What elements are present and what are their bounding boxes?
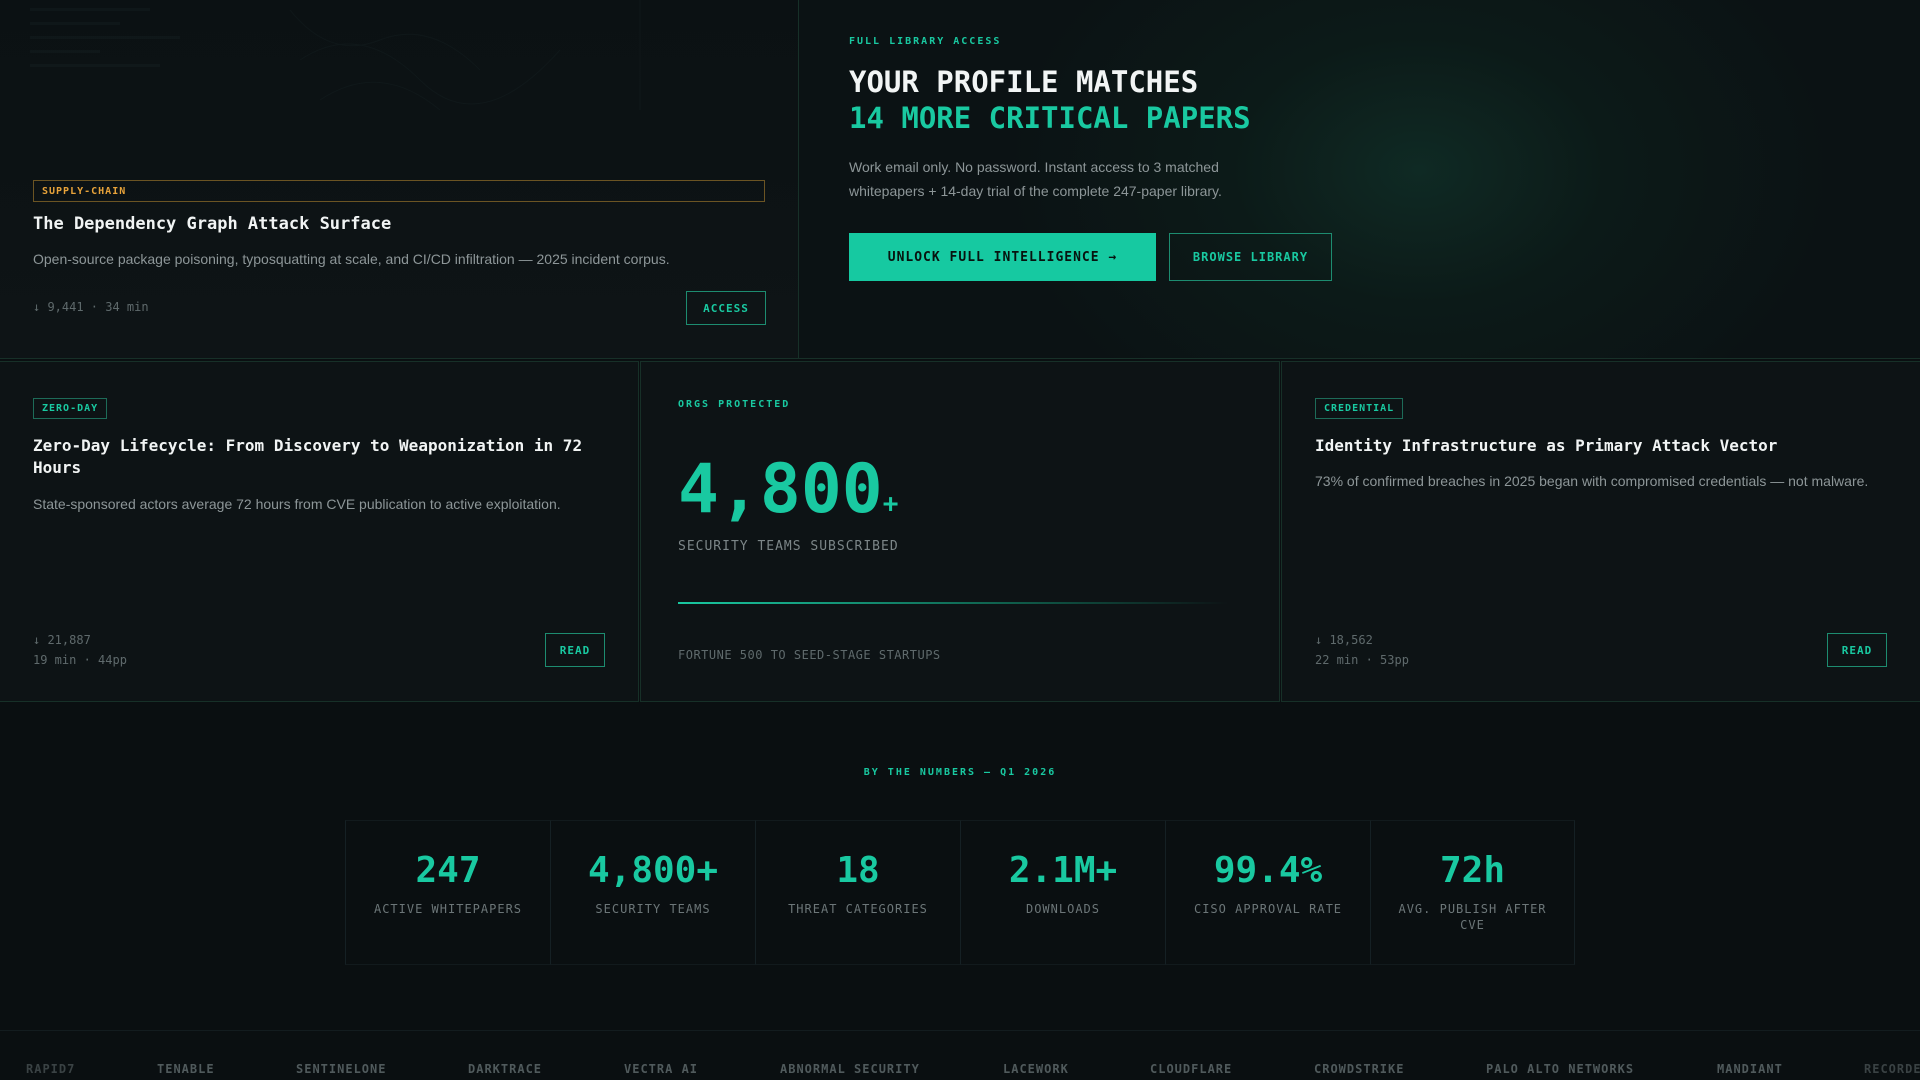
stat-label: CISO APPROVAL RATE bbox=[1193, 902, 1343, 916]
card-title: Zero-Day Lifecycle: From Discovery to We… bbox=[33, 436, 583, 477]
card-meta-downloads: ↓ 18,562 bbox=[1315, 633, 1373, 647]
orgs-footer: FORTUNE 500 TO SEED-STAGE STARTUPS bbox=[678, 648, 941, 662]
stat-label: AVG. PUBLISH AFTER CVE bbox=[1398, 902, 1547, 932]
unlock-intelligence-button[interactable]: UNLOCK FULL INTELLIGENCE → bbox=[849, 233, 1156, 281]
whitepaper-card-credential: CREDENTIAL Identity Infrastructure as Pr… bbox=[1281, 361, 1920, 702]
partner-darktrace: DARKTRACE bbox=[468, 1062, 543, 1076]
stat-label: SECURITY TEAMS bbox=[595, 902, 711, 916]
partner-rapid7: RAPID7 bbox=[26, 1062, 76, 1076]
partner-logo-strip: RAPID7 TENABLE SENTINELONE DARKTRACE VEC… bbox=[0, 1031, 1920, 1080]
browse-library-button[interactable]: BROWSE LIBRARY bbox=[1169, 233, 1332, 281]
stat-downloads: 2.1M+ DOWNLOADS bbox=[960, 820, 1165, 965]
card-meta-downloads: ↓ 21,887 bbox=[33, 633, 91, 647]
stat-value: 99.4% bbox=[1213, 850, 1323, 891]
category-badge: ZERO-DAY bbox=[33, 398, 108, 419]
supply-chain-badge-wrapper: SUPPLY-CHAIN bbox=[33, 180, 765, 202]
category-badge: CREDENTIAL bbox=[1315, 398, 1404, 419]
card-description: State-sponsored actors average 72 hours … bbox=[33, 496, 561, 512]
whitepaper-card-zero-day: ZERO-DAY Zero-Day Lifecycle: From Discov… bbox=[0, 361, 639, 702]
card-meta-length: 22 min · 53pp bbox=[1315, 653, 1409, 667]
partner-vectra-ai: VECTRA AI bbox=[624, 1062, 699, 1076]
card-meta-length: 19 min · 44pp bbox=[33, 653, 127, 667]
partner-mandiant: MANDIANT bbox=[1717, 1062, 1783, 1076]
stat-value: 4,800+ bbox=[587, 850, 719, 891]
background-graph-pattern bbox=[30, 0, 641, 111]
access-button[interactable]: ACCESS bbox=[686, 291, 766, 325]
partner-palo-alto-networks: PALO ALTO NETWORKS bbox=[1486, 1062, 1635, 1076]
card-title: Identity Infrastructure as Primary Attac… bbox=[1315, 436, 1778, 455]
stat-value: 247 bbox=[415, 850, 481, 891]
stat-security-teams: 4,800+ SECURITY TEAMS bbox=[550, 820, 755, 965]
partner-lacework: LACEWORK bbox=[1003, 1062, 1069, 1076]
orgs-eyebrow: ORGS PROTECTED bbox=[678, 399, 791, 410]
hero-eyebrow: FULL LIBRARY ACCESS bbox=[849, 36, 1002, 47]
hero-description-line2: whitepapers + 14-day trial of the comple… bbox=[849, 183, 1222, 199]
partner-abnormal-security: ABNORMAL SECURITY bbox=[780, 1062, 920, 1076]
orgs-count-suffix: + bbox=[882, 489, 899, 519]
card-description: Open-source package poisoning, typosquat… bbox=[33, 251, 670, 267]
stat-active-whitepapers: 247 ACTIVE WHITEPAPERS bbox=[345, 820, 550, 965]
orgs-count: 4,800+ bbox=[678, 454, 898, 526]
partner-cloudflare: CLOUDFLARE bbox=[1150, 1062, 1233, 1076]
stat-label: THREAT CATEGORIES bbox=[788, 902, 928, 916]
read-button[interactable]: READ bbox=[545, 633, 605, 667]
stat-threat-categories: 18 THREAT CATEGORIES bbox=[755, 820, 960, 965]
hero-section: FULL LIBRARY ACCESS YOUR PROFILE MATCHES… bbox=[799, 0, 1920, 359]
stat-value: 2.1M+ bbox=[1008, 850, 1118, 891]
numbers-eyebrow: BY THE NUMBERS — Q1 2026 bbox=[863, 767, 1057, 778]
stat-avg-publish: 72h AVG. PUBLISH AFTER CVE bbox=[1370, 820, 1575, 965]
hero-title-line2: 14 MORE CRITICAL PAPERS bbox=[849, 101, 1251, 135]
partner-recorded: RECORDED bbox=[1864, 1062, 1920, 1076]
card-description: 73% of confirmed breaches in 2025 began … bbox=[1315, 473, 1869, 489]
partner-tenable: TENABLE bbox=[157, 1062, 215, 1076]
orgs-label: SECURITY TEAMS SUBSCRIBED bbox=[678, 539, 899, 554]
stat-value: 72h bbox=[1439, 850, 1506, 891]
stat-value: 18 bbox=[836, 850, 880, 891]
whitepaper-card-supply-chain: SUPPLY-CHAIN The Dependency Graph Attack… bbox=[0, 0, 799, 359]
orgs-count-value: 4,800 bbox=[678, 450, 883, 529]
card-meta: ↓ 9,441 · 34 min bbox=[33, 300, 149, 314]
stat-label: ACTIVE WHITEPAPERS bbox=[373, 902, 523, 916]
divider-line bbox=[678, 602, 1228, 604]
stat-label: DOWNLOADS bbox=[1025, 902, 1101, 916]
partner-crowdstrike: CROWDSTRIKE bbox=[1314, 1062, 1405, 1076]
card-title: The Dependency Graph Attack Surface bbox=[33, 214, 392, 234]
hero-title-line1: YOUR PROFILE MATCHES bbox=[849, 65, 1199, 99]
read-button[interactable]: READ bbox=[1827, 633, 1887, 667]
stat-ciso-approval: 99.4% CISO APPROVAL RATE bbox=[1165, 820, 1370, 965]
category-badge: SUPPLY-CHAIN bbox=[42, 186, 127, 197]
orgs-protected-card: ORGS PROTECTED 4,800+ SECURITY TEAMS SUB… bbox=[640, 361, 1280, 702]
partner-sentinelone: SENTINELONE bbox=[296, 1062, 387, 1076]
hero-description-line1: Work email only. No password. Instant ac… bbox=[849, 159, 1219, 175]
